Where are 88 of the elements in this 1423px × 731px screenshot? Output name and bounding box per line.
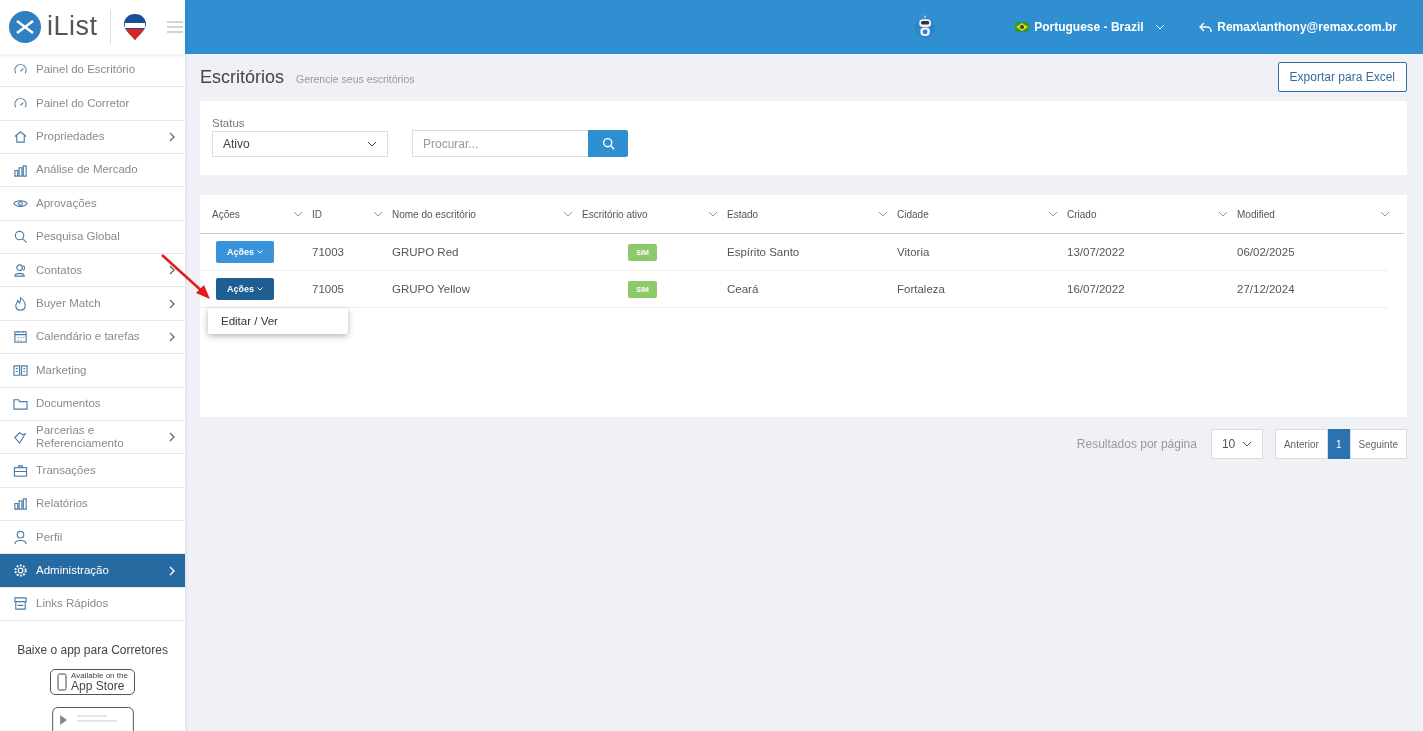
search-icon [13, 229, 28, 245]
table-cell: Vitoria [885, 234, 1055, 271]
table-cell: 71003 [300, 234, 380, 271]
bar-chart-icon [13, 496, 28, 512]
play-store-badge[interactable] [51, 707, 134, 731]
table-cell: Fortaleza [885, 271, 1055, 308]
sidebar-item[interactable]: Transações [0, 454, 185, 488]
per-page-label: Resultados por página [1076, 437, 1197, 451]
app-promo-text: Baixe o app para Corretores [16, 643, 169, 658]
sidebar-item[interactable]: Marketing [0, 354, 185, 388]
status-label: Status [212, 117, 246, 129]
next-button[interactable]: Seguinte [1349, 429, 1407, 459]
previous-button[interactable]: Anterior [1274, 429, 1328, 459]
export-button[interactable]: Exportar para Excel [1277, 62, 1407, 92]
page-subtitle: Gerencie seus escritórios [296, 72, 415, 85]
chevron-down-icon [563, 211, 573, 217]
sidebar-item[interactable]: Buyer Match [0, 287, 185, 321]
search-icon [601, 137, 615, 150]
column-header[interactable]: Cidade [897, 208, 929, 220]
annotation-arrow [160, 253, 212, 301]
reply-arrow-icon [1199, 21, 1213, 33]
storefront-icon [13, 596, 28, 612]
sidebar-item[interactable]: Aprovações [0, 187, 185, 221]
sidebar-item[interactable]: Relatórios [0, 487, 185, 522]
column-header[interactable]: Modified [1237, 208, 1275, 220]
people-icon [13, 262, 28, 278]
search-button[interactable] [588, 130, 628, 157]
column-header[interactable]: Criado [1067, 208, 1097, 220]
flame-icon [13, 296, 28, 312]
user-account[interactable]: Remax\anthony@remax.com.br [1199, 20, 1397, 34]
sidebar-item[interactable]: Painel do Corretor [0, 87, 185, 121]
table-cell: Ceará [715, 271, 885, 308]
folder-icon [13, 396, 28, 412]
sidebar-item[interactable]: Análise de Mercado [0, 153, 185, 188]
column-header[interactable]: Escritório ativo [582, 208, 648, 220]
sidebar-item[interactable]: Documentos [0, 387, 185, 421]
actions-button[interactable]: Ações [216, 278, 274, 300]
table-cell: 27/12/2024 [1225, 271, 1387, 308]
sidebar-item[interactable]: Pesquisa Global [0, 220, 185, 255]
chevron-down-icon [708, 211, 718, 217]
app-store-badge[interactable]: Available on the App Store [50, 669, 135, 696]
chevron-down-icon [293, 211, 303, 217]
table-cell: 13/07/2022 [1055, 234, 1225, 271]
balloon-logo-icon [122, 12, 147, 41]
briefcase-icon [13, 462, 28, 478]
column-header[interactable]: Nome do escritório [392, 208, 476, 220]
language-selector[interactable]: Portuguese - Brazil [1015, 20, 1166, 34]
chevron-down-icon [1380, 211, 1390, 217]
chevron-down-icon [1241, 441, 1252, 447]
sidebar-item[interactable]: Painel do Escritório [0, 53, 185, 88]
chevron-down-icon [373, 211, 383, 217]
flag-icon [1015, 22, 1030, 32]
sidebar-item[interactable]: Propriedades [0, 120, 185, 154]
sidebar-item[interactable]: Contatos [0, 254, 185, 288]
column-header[interactable]: Estado [727, 208, 759, 220]
gear-icon [13, 563, 28, 579]
menu-item[interactable]: Editar / Ver [208, 308, 348, 334]
table-cell: Espírito Santo [715, 234, 885, 271]
page-title: Escritórios [200, 66, 284, 88]
status-dropdown[interactable]: Ativo [212, 131, 388, 157]
home-icon [13, 129, 28, 145]
table-cell: GRUPO Red [380, 234, 570, 271]
caret-icon [257, 250, 263, 254]
chevron-down-icon [1048, 211, 1058, 217]
brand-name: iList [47, 11, 98, 43]
calendar-icon [13, 329, 28, 345]
table-cell: 16/07/2022 [1055, 271, 1225, 308]
person-icon [13, 529, 28, 545]
page-button[interactable]: 1 [1327, 429, 1350, 459]
book-icon [13, 362, 28, 378]
column-header[interactable]: ID [312, 208, 322, 220]
sidebar-item[interactable]: Links Rápidos [0, 587, 185, 622]
chevron-down-icon [1218, 211, 1228, 217]
caret-icon [257, 287, 263, 291]
per-page-dropdown[interactable]: 10 [1210, 429, 1263, 459]
chevron-down-icon [1155, 24, 1166, 30]
bar-chart-icon [13, 162, 28, 178]
chevron-down-icon [878, 211, 888, 217]
column-header[interactable]: Ações [212, 208, 240, 220]
logo-icon [9, 10, 41, 43]
chevron-down-icon [367, 141, 377, 147]
sidebar-item[interactable]: Administração [0, 554, 185, 588]
search-field[interactable]: Procurar... [412, 130, 588, 157]
sidebar-item[interactable]: Parcerias e Referenciamento [0, 420, 185, 455]
table-cell: 06/02/2025 [1225, 234, 1387, 271]
sidebar-item[interactable]: Calendário e tarefas [0, 320, 185, 355]
table-cell: GRUPO Yellow [380, 271, 570, 308]
actions-button[interactable]: Ações [216, 241, 274, 263]
